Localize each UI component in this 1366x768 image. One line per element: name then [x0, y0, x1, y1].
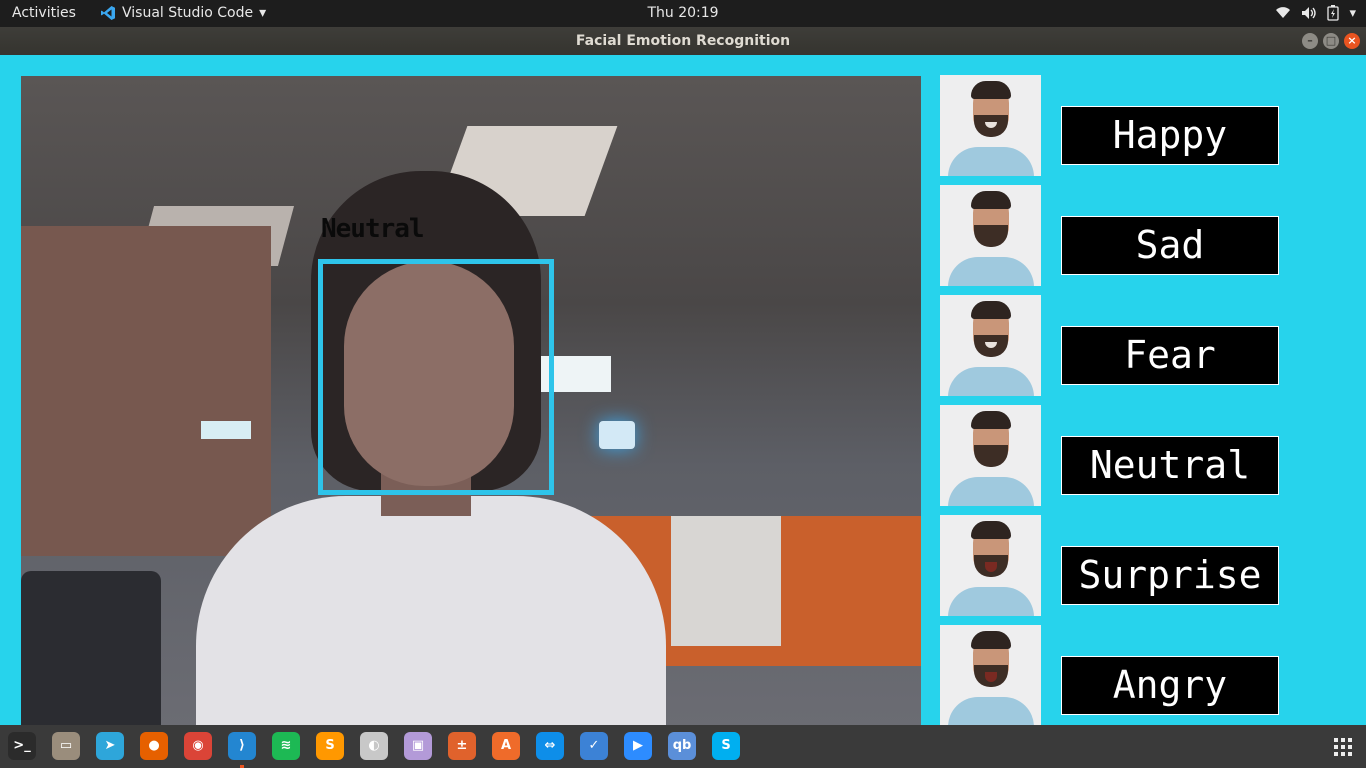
qbittorrent-icon[interactable]: qb — [668, 732, 696, 760]
system-tray[interactable]: ▾ — [1275, 5, 1356, 21]
app-menu-label: Visual Studio Code — [122, 5, 254, 21]
lamp — [201, 421, 251, 439]
emotion-image-happy — [940, 75, 1041, 176]
exit-sign — [599, 421, 635, 449]
emotion-button-angry[interactable]: Angry — [1061, 656, 1279, 715]
terminal-icon[interactable]: >_ — [8, 732, 36, 760]
person-shirt — [196, 496, 666, 726]
teamviewer-icon[interactable]: ⇔ — [536, 732, 564, 760]
window-titlebar[interactable]: Facial Emotion Recognition – □ × — [0, 27, 1366, 55]
calculator-icon[interactable]: ± — [448, 732, 476, 760]
maximize-button[interactable]: □ — [1323, 33, 1339, 49]
screenshot-icon[interactable]: ▣ — [404, 732, 432, 760]
face-detection-box — [318, 259, 554, 495]
emotion-image-sad — [940, 185, 1041, 286]
top-bar: Activities Visual Studio Code ▾ Thu 20:1… — [0, 0, 1366, 27]
emotion-button-surprise[interactable]: Surprise — [1061, 546, 1279, 605]
chair — [21, 571, 161, 726]
chrome-icon[interactable]: ◉ — [184, 732, 212, 760]
vscode-icon — [101, 6, 115, 20]
tasks-icon[interactable]: ✓ — [580, 732, 608, 760]
dock: >_ ▭ ➤ ● ◉ ⟩ ≋ S ◐ ▣ ± A ⇔ ✓ ▶ qb S — [0, 725, 1366, 768]
emotion-image-surprise — [940, 515, 1041, 616]
sublime-icon[interactable]: S — [316, 732, 344, 760]
webcam-feed: Neutral — [21, 76, 921, 726]
activities-button[interactable]: Activities — [12, 5, 76, 21]
emotion-button-neutral[interactable]: Neutral — [1061, 436, 1279, 495]
chevron-down-icon: ▾ — [259, 5, 267, 21]
spotify-icon[interactable]: ≋ — [272, 732, 300, 760]
media-player-icon[interactable]: ◐ — [360, 732, 388, 760]
emotion-image-neutral — [940, 405, 1041, 506]
close-button[interactable]: × — [1344, 33, 1360, 49]
wall-panel — [21, 226, 271, 556]
system-menu-chevron-icon: ▾ — [1349, 5, 1356, 21]
whiteboard — [671, 516, 781, 646]
emotion-image-fear — [940, 295, 1041, 396]
emotion-button-happy[interactable]: Happy — [1061, 106, 1279, 165]
emotion-button-sad[interactable]: Sad — [1061, 216, 1279, 275]
wifi-icon — [1276, 7, 1291, 18]
software-center-icon[interactable]: A — [492, 732, 520, 760]
zoom-icon[interactable]: ▶ — [624, 732, 652, 760]
volume-icon — [1302, 7, 1317, 19]
detected-emotion-label: Neutral — [321, 214, 425, 244]
minimize-button[interactable]: – — [1302, 33, 1318, 49]
show-applications-icon[interactable] — [1334, 738, 1352, 756]
telegram-icon[interactable]: ➤ — [96, 732, 124, 760]
app-menu[interactable]: Visual Studio Code ▾ — [100, 5, 266, 21]
emotion-image-angry — [940, 625, 1041, 725]
battery-icon — [1327, 5, 1340, 21]
vscode-icon[interactable]: ⟩ — [228, 732, 256, 768]
firefox-icon[interactable]: ● — [140, 732, 168, 760]
window-title: Facial Emotion Recognition — [575, 33, 791, 49]
files-icon[interactable]: ▭ — [52, 732, 80, 760]
skype-icon[interactable]: S — [712, 732, 740, 760]
emotion-button-fear[interactable]: Fear — [1061, 326, 1279, 385]
clock[interactable]: Thu 20:19 — [647, 5, 718, 21]
